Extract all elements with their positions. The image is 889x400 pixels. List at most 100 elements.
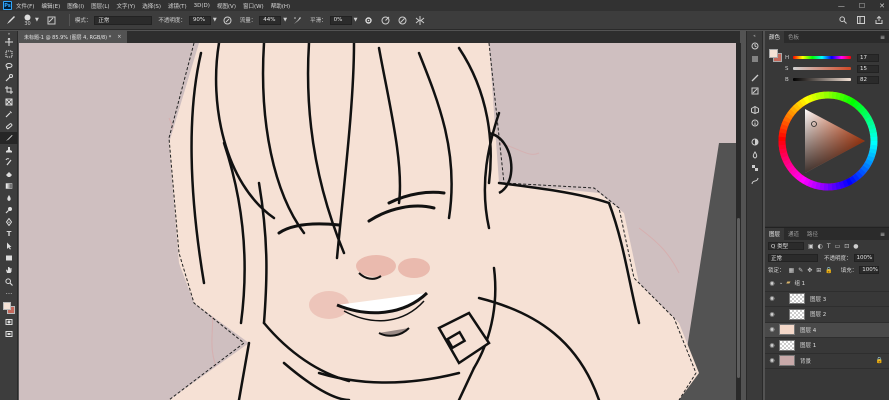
eyedropper-tool-icon[interactable] <box>0 108 18 120</box>
symmetry-icon[interactable] <box>415 15 425 25</box>
swatches-panel-icon[interactable] <box>747 161 762 174</box>
airbrush-icon[interactable] <box>293 16 302 25</box>
screen-mode-icon[interactable] <box>0 328 18 340</box>
hand-tool-icon[interactable] <box>0 264 18 276</box>
maximize-button[interactable]: ☐ <box>859 2 865 10</box>
lock-artboard-icon[interactable]: ⊞ <box>816 267 821 274</box>
path-select-tool-icon[interactable] <box>0 240 18 252</box>
layer-row-layer-2[interactable]: ◉ 图层 2 <box>765 307 889 323</box>
visibility-eye-icon[interactable]: ◉ <box>767 280 777 287</box>
canvas-area[interactable] <box>19 43 736 400</box>
3d-panel-icon[interactable] <box>747 103 762 116</box>
tab-paths[interactable]: 路径 <box>803 228 822 240</box>
pressure-opacity-icon[interactable] <box>223 16 232 25</box>
minimize-button[interactable]: — <box>838 2 845 10</box>
brushes-panel-icon[interactable] <box>747 71 762 84</box>
tab-layers[interactable]: 图层 <box>765 228 785 240</box>
adjustment-filter-icon[interactable]: ◐ <box>818 243 823 250</box>
type-filter-icon[interactable]: T <box>827 243 831 250</box>
workspace-icon[interactable] <box>857 15 865 26</box>
layer-row-layer-1[interactable]: ◉ 图层 1 <box>765 338 889 354</box>
hue-slider[interactable] <box>793 56 851 59</box>
hue-input[interactable]: 17 <box>857 53 879 62</box>
visibility-eye-icon[interactable]: ◉ <box>767 342 777 349</box>
pixel-filter-icon[interactable]: ▣ <box>808 243 814 250</box>
menu-layer[interactable]: 图层(L) <box>91 2 109 10</box>
brush-angle-icon[interactable] <box>381 16 390 25</box>
tab-color[interactable]: 颜色 <box>765 31 785 43</box>
panel-menu-icon[interactable]: ≡ <box>880 231 885 238</box>
brush-settings-icon[interactable] <box>47 16 56 25</box>
layer-kind-filter[interactable]: Q 类型 <box>768 242 804 250</box>
pressure-size-icon[interactable] <box>398 16 407 25</box>
lock-pixels-icon[interactable]: ✎ <box>798 267 803 274</box>
panel-menu-icon[interactable]: ≡ <box>880 34 885 41</box>
styles-panel-icon[interactable] <box>747 148 762 161</box>
smart-object-filter-icon[interactable]: ⊡ <box>844 243 849 250</box>
visibility-eye-icon[interactable]: ◉ <box>767 311 777 318</box>
document-tab[interactable]: 未标题-1 @ 85.9% (图层 4, RGB/8) * × <box>19 31 127 43</box>
menu-edit[interactable]: 编辑(E) <box>41 2 60 10</box>
layer-row-background[interactable]: ◉ 背景 🔒 <box>765 354 889 369</box>
move-tool-icon[interactable] <box>0 36 18 48</box>
dodge-tool-icon[interactable] <box>0 204 18 216</box>
menu-view[interactable]: 视图(V) <box>217 2 236 10</box>
foreground-color-swatch[interactable] <box>769 49 778 58</box>
marquee-tool-icon[interactable] <box>0 48 18 60</box>
visibility-eye-icon[interactable]: ◉ <box>767 357 777 364</box>
vertical-scrollbar[interactable] <box>736 43 741 400</box>
lock-position-icon[interactable]: ✥ <box>807 267 812 274</box>
menu-image[interactable]: 图像(I) <box>67 2 84 10</box>
history-panel-icon[interactable] <box>747 39 762 52</box>
gradient-tool-icon[interactable] <box>0 180 18 192</box>
brush-tool-icon[interactable] <box>6 15 16 25</box>
fill-input[interactable]: 100% <box>859 266 880 274</box>
layer-opacity-input[interactable]: 100% <box>853 254 874 262</box>
menu-select[interactable]: 选择(S) <box>142 2 161 10</box>
more-tools-icon[interactable]: ··· <box>0 288 18 300</box>
rectangle-tool-icon[interactable] <box>0 252 18 264</box>
artwork-canvas[interactable] <box>19 43 736 400</box>
search-icon[interactable] <box>839 15 847 26</box>
scrollbar-thumb[interactable] <box>737 218 740 378</box>
menu-window[interactable]: 窗口(W) <box>243 2 264 10</box>
brush-preset-picker[interactable]: 30 <box>24 14 31 27</box>
chevron-down-icon[interactable]: ▼ <box>283 17 287 23</box>
menu-help[interactable]: 帮助(H) <box>271 2 290 10</box>
color-wheel[interactable] <box>773 89 883 194</box>
history-brush-tool-icon[interactable] <box>0 156 18 168</box>
close-document-button[interactable]: × <box>117 34 121 40</box>
frame-tool-icon[interactable] <box>0 96 18 108</box>
lock-all-icon[interactable]: 🔒 <box>825 267 832 274</box>
tab-swatches[interactable]: 色板 <box>784 31 803 43</box>
visibility-eye-icon[interactable]: ◉ <box>767 295 777 302</box>
stamp-tool-icon[interactable] <box>0 144 18 156</box>
eraser-tool-icon[interactable] <box>0 168 18 180</box>
saturation-input[interactable]: 15 <box>857 64 879 73</box>
zoom-tool-icon[interactable] <box>0 276 18 288</box>
photoshop-logo[interactable]: Ps <box>3 1 12 10</box>
shape-filter-icon[interactable]: ▭ <box>835 243 841 250</box>
menu-filter[interactable]: 滤镜(T) <box>168 2 187 10</box>
healing-brush-tool-icon[interactable] <box>0 120 18 132</box>
color-panel-swatches[interactable] <box>769 49 783 63</box>
opacity-input[interactable]: 90% <box>188 15 211 25</box>
lock-transparent-icon[interactable]: ▦ <box>789 267 795 274</box>
chevron-down-icon[interactable]: ⌄ <box>779 280 783 286</box>
pen-tool-icon[interactable] <box>0 216 18 228</box>
quick-mask-icon[interactable] <box>0 316 18 328</box>
brush-settings-panel-icon[interactable] <box>747 84 762 97</box>
brightness-slider[interactable] <box>793 78 851 81</box>
adjustments-panel-icon[interactable] <box>747 135 762 148</box>
filter-toggle-icon[interactable]: ● <box>853 243 858 250</box>
brush-tool-icon[interactable] <box>0 132 18 144</box>
flow-input[interactable]: 44% <box>259 15 282 25</box>
chevron-down-icon[interactable]: ▼ <box>35 17 39 23</box>
share-icon[interactable] <box>875 15 883 26</box>
foreground-color-swatch[interactable] <box>3 302 11 310</box>
menu-file[interactable]: 文件(F) <box>16 2 34 10</box>
color-swatches[interactable] <box>0 300 17 316</box>
saturation-slider[interactable] <box>793 67 851 70</box>
chevron-down-icon[interactable]: ▼ <box>213 17 217 23</box>
crop-tool-icon[interactable] <box>0 84 18 96</box>
